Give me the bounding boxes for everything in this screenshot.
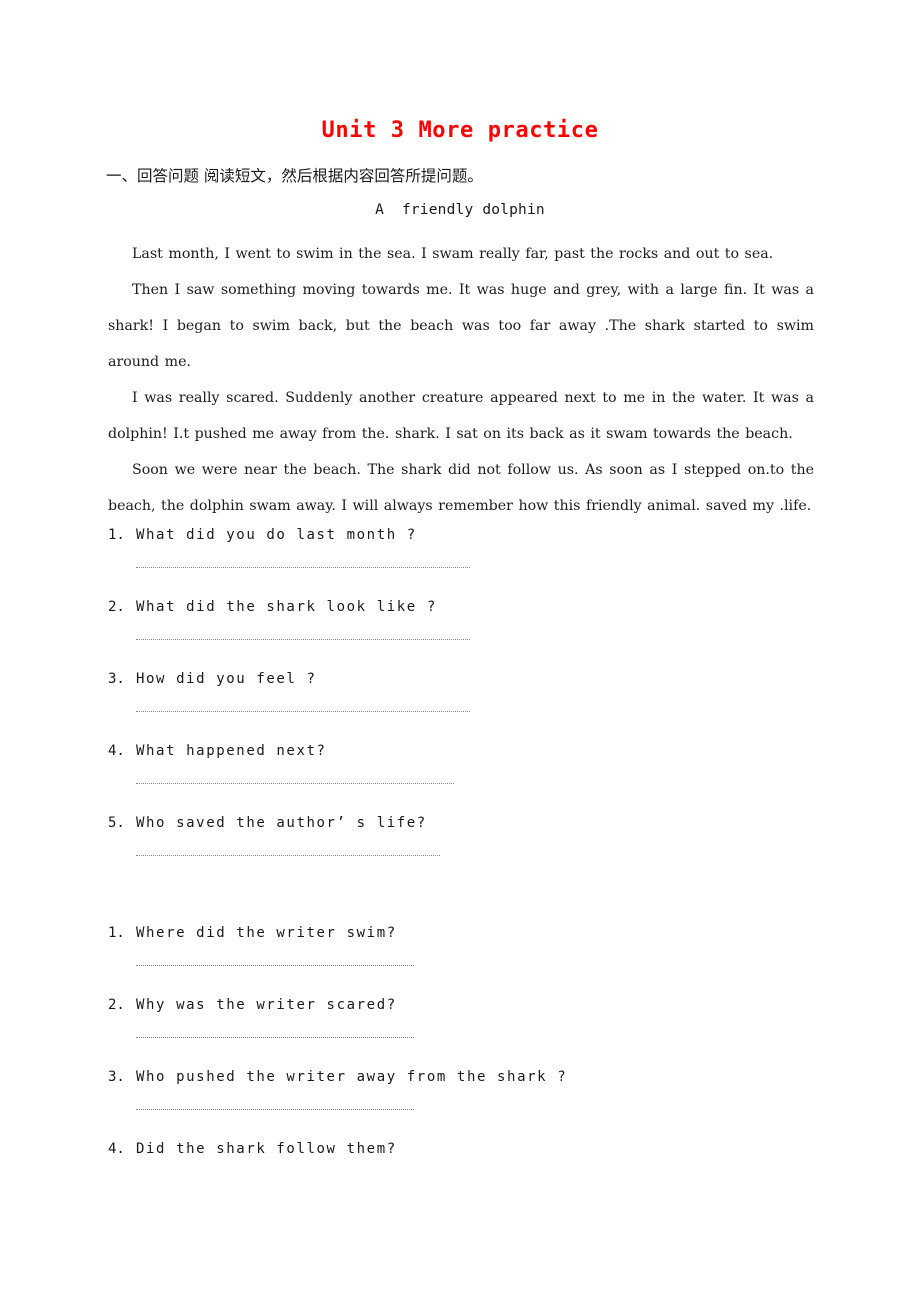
passage-paragraph: I was really scared. Suddenly another cr… [108,390,814,442]
page-title: Unit 3 More practice [321,118,599,143]
question-text: Who pushed the writer away from the shar… [136,1069,568,1085]
reading-passage: Last month, I went to swim in the sea. I… [108,236,814,524]
answer-blank-line[interactable] [136,567,470,569]
answer-blank-line[interactable] [136,639,470,641]
answer-blank-line[interactable] [136,711,470,713]
question-row: 3. How did you feel ? [108,671,808,743]
question-number: 4. [108,743,125,759]
answer-blank-line[interactable] [136,1109,414,1111]
question-text: Why was the writer scared? [136,997,397,1013]
passage-paragraph: Last month, I went to swim in the sea. I… [132,246,774,262]
question-row: 5. Who saved the author’ s life? [108,815,808,887]
question-row: 2. What did the shark look like ? [108,599,808,671]
question-number: 1. [108,527,125,543]
question-text: Did the shark follow them? [136,1141,397,1157]
question-set-two: 1. Where did the writer swim? 2. Why was… [108,925,808,1213]
question-text: Who saved the author’ s life? [136,815,427,831]
question-number: 1. [108,925,125,941]
exercise-instruction: 一、回答问题 阅读短文，然后根据内容回答所提问题。 [106,167,483,185]
question-number: 2. [108,997,125,1013]
question-row: 1. Where did the writer swim? [108,925,808,997]
question-number: 3. [108,671,125,687]
question-text: How did you feel ? [136,671,317,687]
question-text: Where did the writer swim? [136,925,397,941]
answer-blank-line[interactable] [136,783,454,785]
passage-paragraph: Soon we were near the beach. The shark d… [108,462,814,514]
answer-blank-line[interactable] [136,965,414,967]
passage-paragraph: Then I saw something moving towards me. … [108,282,814,370]
question-number: 2. [108,599,125,615]
answer-blank-line[interactable] [136,855,440,857]
question-row: 2. Why was the writer scared? [108,997,808,1069]
question-row: 4. Did the shark follow them? [108,1141,808,1213]
question-text: What happened next? [136,743,327,759]
question-text: What did the shark look like ? [136,599,437,615]
answer-blank-line[interactable] [136,1037,414,1039]
question-row: 3. Who pushed the writer away from the s… [108,1069,808,1141]
passage-heading: A friendly dolphin [375,202,545,218]
question-row: 4. What happened next? [108,743,808,815]
question-number: 5. [108,815,125,831]
question-number: 3. [108,1069,125,1085]
question-number: 4. [108,1141,125,1157]
question-text: What did you do last month ? [136,527,417,543]
question-row: 1. What did you do last month ? [108,527,808,599]
document-page: Unit 3 More practice 一、回答问题 阅读短文，然后根据内容回… [0,0,920,1302]
question-set-one: 1. What did you do last month ? 2. What … [108,527,808,887]
